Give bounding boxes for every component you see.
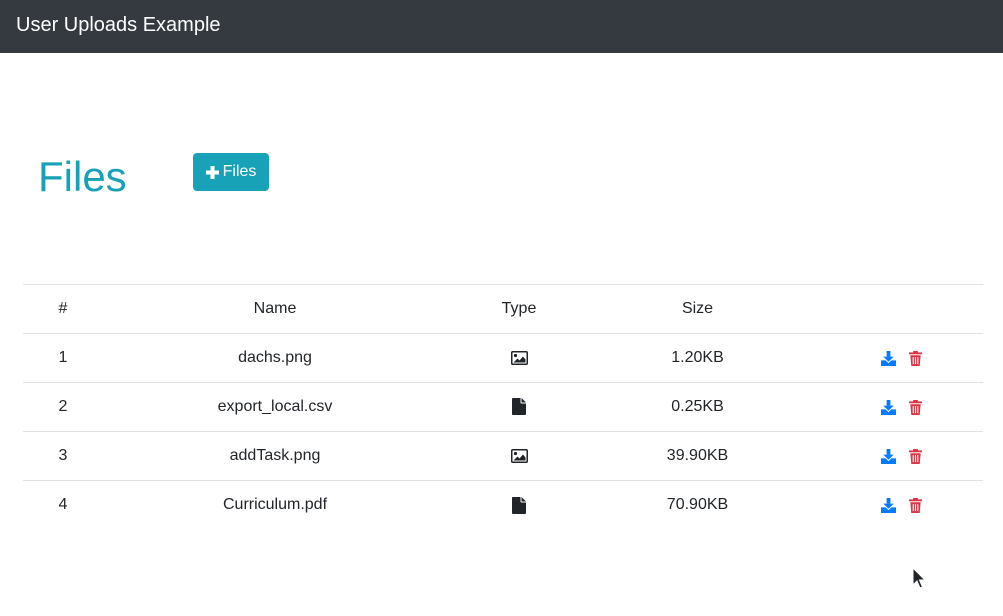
plus-icon [205, 165, 219, 179]
mouse-cursor-icon [912, 567, 926, 589]
row-num: 2 [23, 382, 103, 432]
trash-icon[interactable] [908, 350, 923, 366]
row-name: Curriculum.pdf [103, 480, 447, 530]
page-title: Files [38, 153, 127, 200]
image-icon [510, 448, 528, 463]
row-num: 4 [23, 480, 103, 530]
table-row: 2 export_local.csv 0.25KB [23, 382, 983, 432]
image-icon [510, 350, 528, 365]
table-row: 1 dachs.png 1.20KB [23, 334, 983, 383]
files-table: # Name Type Size 1 dachs.png 1.20KB 2 ex… [23, 284, 983, 530]
header-size: Size [591, 284, 804, 334]
table-header-row: # Name Type Size [23, 284, 983, 334]
download-icon[interactable] [880, 399, 896, 415]
file-icon [512, 496, 526, 514]
row-size: 70.90KB [591, 480, 804, 530]
row-size: 39.90KB [591, 431, 804, 481]
trash-icon[interactable] [908, 399, 923, 415]
download-icon[interactable] [880, 448, 896, 464]
table-row: 3 addTask.png 39.90KB [23, 431, 983, 481]
navbar: User Uploads Example [0, 0, 1003, 53]
header-type: Type [447, 284, 591, 334]
header-num: # [23, 284, 103, 334]
table-row: 4 Curriculum.pdf 70.90KB [23, 480, 983, 530]
header-actions [804, 284, 983, 334]
download-icon[interactable] [880, 497, 896, 513]
row-name: dachs.png [238, 349, 312, 366]
add-files-button[interactable]: Files [193, 153, 269, 191]
row-size: 1.20KB [671, 349, 724, 366]
download-icon[interactable] [880, 350, 896, 366]
row-num: 1 [58, 349, 68, 366]
row-name: addTask.png [103, 431, 447, 481]
row-num: 3 [23, 431, 103, 481]
navbar-brand[interactable]: User Uploads Example [16, 13, 221, 37]
trash-icon[interactable] [908, 448, 923, 464]
file-icon [512, 398, 526, 416]
trash-icon[interactable] [908, 497, 923, 513]
add-files-button-label: Files [222, 163, 257, 180]
row-size: 0.25KB [591, 382, 804, 432]
row-name: export_local.csv [103, 382, 447, 432]
header-name: Name [103, 284, 447, 334]
